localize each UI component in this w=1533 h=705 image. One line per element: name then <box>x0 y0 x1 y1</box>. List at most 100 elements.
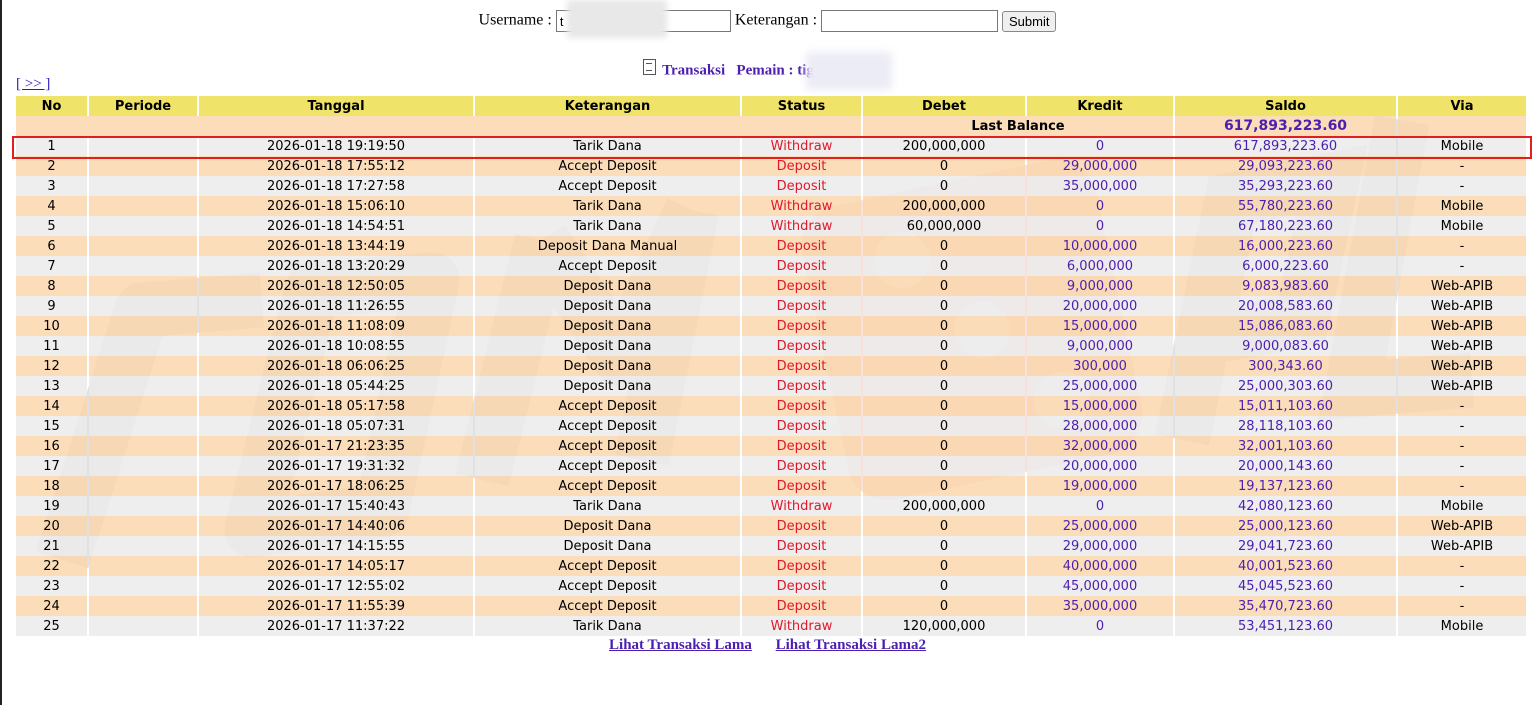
cell-kredit: 300,000 <box>1027 356 1173 376</box>
cell-keterangan: Accept Deposit <box>475 176 740 196</box>
cell-kredit: 20,000,000 <box>1027 296 1173 316</box>
cell-tanggal: 2026-01-17 12:55:02 <box>199 576 473 596</box>
cell-keterangan: Tarik Dana <box>475 216 740 236</box>
cell-status: Deposit <box>742 256 861 276</box>
submit-button[interactable]: Submit <box>1002 10 1057 32</box>
cell-tanggal: 2026-01-17 21:23:35 <box>199 436 473 456</box>
cell-periode <box>89 616 197 636</box>
cell-no: 1 <box>16 136 87 156</box>
cell-status: Deposit <box>742 176 861 196</box>
cell-kredit: 0 <box>1027 136 1173 156</box>
cell-status: Deposit <box>742 156 861 176</box>
cell-kredit: 29,000,000 <box>1027 156 1173 176</box>
cell-saldo: 29,093,223.60 <box>1175 156 1396 176</box>
cell-debet: 0 <box>863 416 1025 436</box>
cell-saldo: 16,000,223.60 <box>1175 236 1396 256</box>
table-row: 25 2026-01-17 11:37:22 Tarik Dana Withdraw 1… <box>16 616 1526 636</box>
cell-kredit: 9,000,000 <box>1027 336 1173 356</box>
cell-kredit: 0 <box>1027 216 1173 236</box>
next-page-link[interactable]: [ >> ] <box>16 76 50 93</box>
cell-periode <box>89 516 197 536</box>
cell-no: 8 <box>16 276 87 296</box>
cell-no: 13 <box>16 376 87 396</box>
cell-no: 5 <box>16 216 87 236</box>
cell-debet: 0 <box>863 356 1025 376</box>
cell-via: Mobile <box>1398 136 1526 156</box>
cell-debet: 60,000,000 <box>863 216 1025 236</box>
cell-periode <box>89 416 197 436</box>
old-transactions-link-2[interactable]: Lihat Transaksi Lama2 <box>776 637 926 653</box>
cell-periode <box>89 476 197 496</box>
header-kredit: Kredit <box>1027 96 1173 116</box>
title-transaksi: Transaksi <box>662 62 726 79</box>
cell-tanggal: 2026-01-17 14:15:55 <box>199 536 473 556</box>
cell-keterangan: Accept Deposit <box>475 256 740 276</box>
cell-kredit: 15,000,000 <box>1027 396 1173 416</box>
cell-kredit: 29,000,000 <box>1027 536 1173 556</box>
cell-status: Deposit <box>742 416 861 436</box>
cell-saldo: 25,000,123.60 <box>1175 516 1396 536</box>
cell-periode <box>89 196 197 216</box>
header-no: No <box>16 96 87 116</box>
cell-kredit: 45,000,000 <box>1027 576 1173 596</box>
last-balance-label: Last Balance <box>863 116 1173 136</box>
cell-saldo: 20,008,583.60 <box>1175 296 1396 316</box>
keterangan-input[interactable] <box>821 10 999 32</box>
table-header-row: No Periode Tanggal Keterangan Status Deb… <box>16 96 1526 116</box>
cell-periode <box>89 456 197 476</box>
cell-via: Web-APIB <box>1398 516 1526 536</box>
cell-no: 11 <box>16 336 87 356</box>
cell-tanggal: 2026-01-18 11:08:09 <box>199 316 473 336</box>
cell-saldo: 617,893,223.60 <box>1175 136 1396 156</box>
cell-status: Deposit <box>742 536 861 556</box>
cell-kredit: 35,000,000 <box>1027 596 1173 616</box>
cell-kredit: 25,000,000 <box>1027 516 1173 536</box>
cell-kredit: 0 <box>1027 496 1173 516</box>
cell-via: - <box>1398 396 1526 416</box>
cell-tanggal: 2026-01-18 19:19:50 <box>199 136 473 156</box>
cell-status: Deposit <box>742 356 861 376</box>
cell-debet: 0 <box>863 176 1025 196</box>
cell-saldo: 35,293,223.60 <box>1175 176 1396 196</box>
table-row: 6 2026-01-18 13:44:19 Deposit Dana Manual D… <box>16 236 1526 256</box>
cell-debet: 0 <box>863 596 1025 616</box>
cell-no: 16 <box>16 436 87 456</box>
cell-saldo: 15,086,083.60 <box>1175 316 1396 336</box>
cell-debet: 0 <box>863 276 1025 296</box>
cell-keterangan: Deposit Dana <box>475 316 740 336</box>
cell-kredit: 10,000,000 <box>1027 236 1173 256</box>
cell-status: Deposit <box>742 336 861 356</box>
footer-links: Lihat Transaksi Lama Lihat Transaksi Lam… <box>2 637 1533 654</box>
cell-via: Web-APIB <box>1398 536 1526 556</box>
cell-via: - <box>1398 476 1526 496</box>
cell-status: Deposit <box>742 236 861 256</box>
cell-saldo: 9,000,083.60 <box>1175 336 1396 356</box>
cell-periode <box>89 296 197 316</box>
cell-tanggal: 2026-01-18 05:44:25 <box>199 376 473 396</box>
cell-keterangan: Deposit Dana <box>475 296 740 316</box>
cell-status: Deposit <box>742 516 861 536</box>
cell-no: 21 <box>16 536 87 556</box>
cell-saldo: 35,470,723.60 <box>1175 596 1396 616</box>
cell-kredit: 15,000,000 <box>1027 316 1173 336</box>
old-transactions-link[interactable]: Lihat Transaksi Lama <box>609 637 752 653</box>
cell-no: 20 <box>16 516 87 536</box>
cell-kredit: 9,000,000 <box>1027 276 1173 296</box>
cell-via: Mobile <box>1398 496 1526 516</box>
cell-status: Withdraw <box>742 496 861 516</box>
cell-debet: 0 <box>863 256 1025 276</box>
cell-tanggal: 2026-01-18 12:50:05 <box>199 276 473 296</box>
keterangan-label: Keterangan : <box>734 11 818 29</box>
cell-debet: 0 <box>863 396 1025 416</box>
cell-tanggal: 2026-01-18 14:54:51 <box>199 216 473 236</box>
cell-debet: 200,000,000 <box>863 496 1025 516</box>
table-row: 23 2026-01-17 12:55:02 Accept Deposit Depos… <box>16 576 1526 596</box>
cell-keterangan: Deposit Dana <box>475 536 740 556</box>
cell-saldo: 29,041,723.60 <box>1175 536 1396 556</box>
cell-debet: 200,000,000 <box>863 136 1025 156</box>
cell-periode <box>89 536 197 556</box>
cell-periode <box>89 276 197 296</box>
table-row: 4 2026-01-18 15:06:10 Tarik Dana Withdraw 20… <box>16 196 1526 216</box>
table-row: 9 2026-01-18 11:26:55 Deposit Dana Deposit 0… <box>16 296 1526 316</box>
cell-saldo: 25,000,303.60 <box>1175 376 1396 396</box>
